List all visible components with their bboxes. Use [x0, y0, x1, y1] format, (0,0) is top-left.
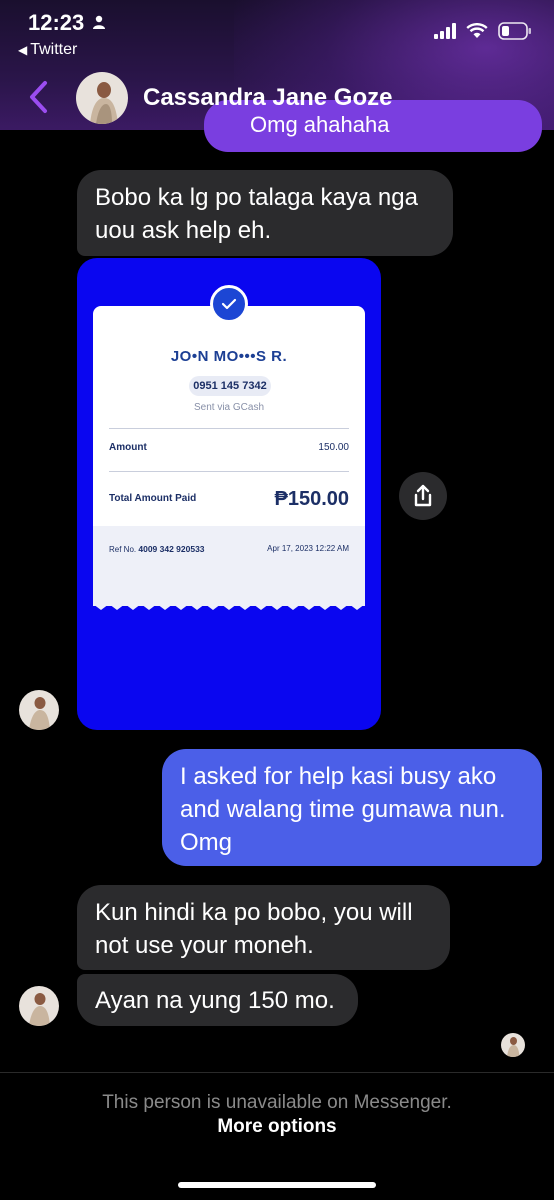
message-text: Ayan na yung 150 mo. [95, 987, 335, 1014]
back-app-label: Twitter [30, 41, 78, 58]
receipt-image[interactable]: JO•N MO•••S R. 0951 145 7342 Sent via GC… [77, 258, 381, 730]
message-text: Kun hindi ka po bobo, you will not use y… [95, 899, 413, 959]
system-status-icons [434, 22, 532, 40]
home-indicator[interactable] [178, 1182, 376, 1188]
footer-divider [0, 1072, 554, 1073]
contact-name[interactable]: Cassandra Jane Goze [143, 84, 392, 112]
back-chevron-icon[interactable] [26, 80, 52, 114]
message-text: Bobo ka lg po talaga kaya nga uou ask he… [95, 184, 418, 244]
reference-number: Ref No. 4009 342 920533 [109, 544, 205, 554]
check-icon [210, 285, 248, 323]
person-icon [93, 15, 105, 29]
ref-label: Ref No. [109, 545, 137, 554]
receipt-sent-via: Sent via GCash [193, 402, 265, 413]
incoming-message[interactable]: Kun hindi ka po bobo, you will not use y… [77, 885, 450, 970]
contact-avatar-small[interactable] [19, 986, 59, 1026]
receipt-footer-band [93, 526, 365, 606]
back-to-app-link[interactable]: ◀ Twitter [18, 41, 77, 59]
ref-value: 4009 342 920533 [138, 544, 205, 554]
message-text: Omg ahahaha [250, 112, 390, 137]
receipt-phone: 0951 145 7342 [189, 376, 271, 396]
share-button[interactable] [399, 472, 447, 520]
receipt-card: JO•N MO•••S R. 0951 145 7342 Sent via GC… [93, 306, 365, 606]
receipt-zigzag-edge [93, 598, 365, 610]
divider [109, 428, 349, 429]
receipt-date: Apr 17, 2023 12:22 AM [267, 544, 349, 553]
outgoing-message[interactable]: I asked for help kasi busy ako and walan… [162, 749, 542, 866]
unavailable-notice: This person is unavailable on Messenger. [102, 1092, 452, 1113]
incoming-message[interactable]: Bobo ka lg po talaga kaya nga uou ask he… [77, 170, 453, 256]
more-options-link[interactable]: More options [0, 1116, 554, 1138]
back-triangle-icon: ◀ [18, 43, 28, 57]
divider [109, 471, 349, 472]
battery-icon [498, 22, 531, 40]
incoming-message[interactable]: Ayan na yung 150 mo. [77, 974, 358, 1026]
receipt-recipient: JO•N MO•••S R. [170, 348, 288, 365]
total-label: Total Amount Paid [109, 493, 197, 504]
status-time: 12:23 [28, 10, 85, 35]
wifi-icon [466, 23, 488, 38]
share-icon [414, 484, 432, 507]
contact-avatar-small[interactable] [19, 690, 59, 730]
contact-avatar[interactable] [76, 72, 128, 124]
message-text: I asked for help kasi busy ako and walan… [180, 763, 506, 856]
amount-label: Amount [109, 442, 147, 453]
signal-icon [434, 23, 456, 39]
total-value: ₱150.00 [274, 488, 349, 510]
amount-value: 150.00 [318, 442, 349, 453]
seen-avatar [501, 1033, 525, 1057]
